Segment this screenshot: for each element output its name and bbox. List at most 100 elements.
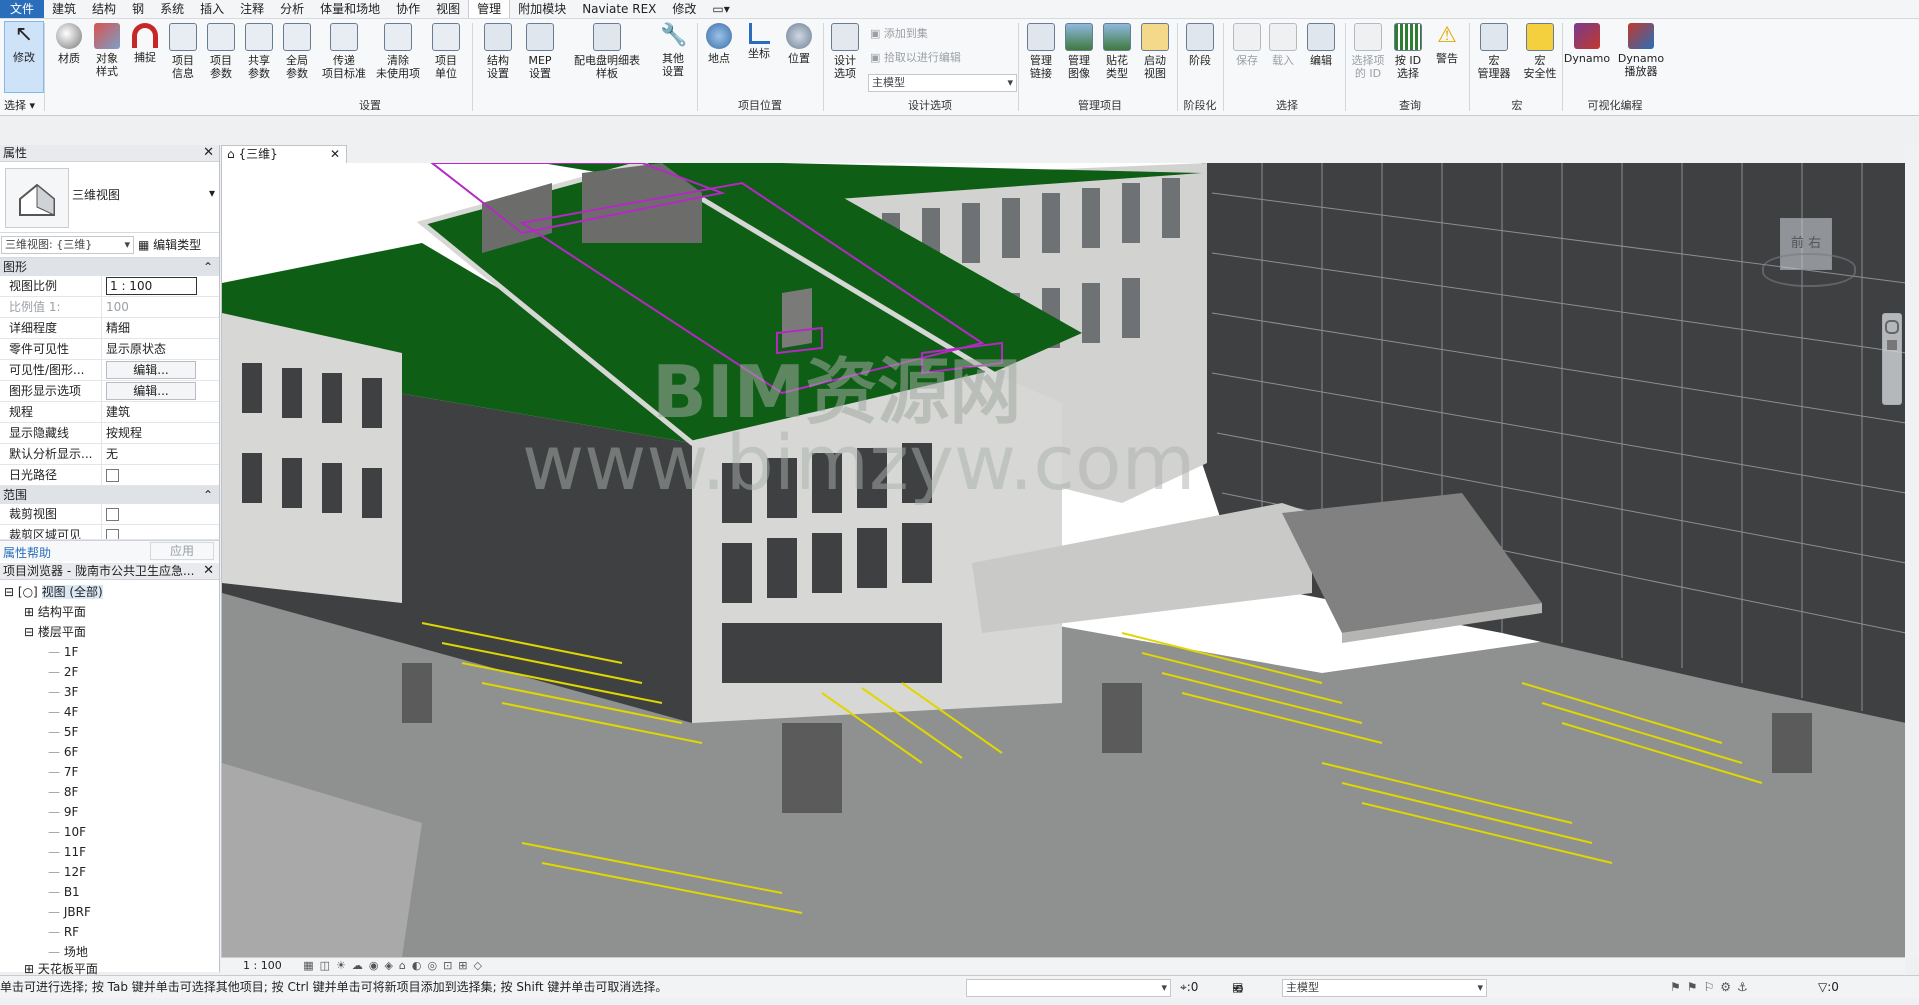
vertical-scrollbar[interactable]: [1905, 145, 1919, 957]
menu-annotate[interactable]: 注释: [232, 0, 272, 18]
tree-item-floor-plan[interactable]: — 6F: [0, 742, 219, 762]
prop-row-hidden-lines[interactable]: 显示隐藏线 按规程: [0, 423, 219, 444]
tool-starting-view[interactable]: 启动 视图: [1136, 23, 1174, 80]
tool-panel-schedule[interactable]: 配电盘明细表 样板: [568, 23, 646, 80]
tree-root-views[interactable]: ⊟ [○] 视图 (全部): [0, 582, 219, 602]
vg-edit-button[interactable]: 编辑...: [106, 361, 196, 379]
prop-row-detail-level[interactable]: 详细程度 精细: [0, 318, 219, 339]
crop-view-checkbox[interactable]: [106, 508, 119, 521]
menu-architecture[interactable]: 建筑: [44, 0, 84, 18]
tool-macro-security[interactable]: 宏 安全性: [1518, 23, 1562, 80]
view-tab-3d[interactable]: ⌂ {三维} ✕: [221, 145, 347, 163]
prop-row-discipline[interactable]: 规程 建筑: [0, 402, 219, 423]
add-to-set-button[interactable]: ▣ 添加到集: [870, 25, 928, 41]
tool-project-info[interactable]: 项目 信息: [164, 23, 202, 80]
ribbon-toggle-button[interactable]: ▭▾: [704, 0, 737, 18]
tool-manage-links[interactable]: 管理 链接: [1022, 23, 1060, 80]
section-extents[interactable]: 范围 ⌃: [0, 486, 219, 504]
design-option-select[interactable]: 主模型 ▾: [868, 74, 1017, 92]
graphic-display-edit-button[interactable]: 编辑...: [106, 382, 196, 400]
tree-item-floor-plan[interactable]: — 1F: [0, 642, 219, 662]
tool-manage-images[interactable]: 管理 图像: [1060, 23, 1098, 80]
tree-item-floor-plan[interactable]: — 8F: [0, 782, 219, 802]
workset-select[interactable]: ▾: [966, 979, 1171, 997]
menu-massing-site[interactable]: 体量和场地: [312, 0, 388, 18]
type-selector[interactable]: 三维视图 ▾: [0, 162, 219, 233]
tool-decal-types[interactable]: 贴花 类型: [1098, 23, 1136, 80]
menu-systems[interactable]: 系统: [152, 0, 192, 18]
tool-coordinates[interactable]: 坐标: [740, 23, 778, 60]
tree-item-floor-plan[interactable]: — 7F: [0, 762, 219, 782]
menu-view[interactable]: 视图: [428, 0, 468, 18]
tool-transfer-standards[interactable]: 传递 项目标准: [320, 23, 368, 80]
menu-manage[interactable]: 管理: [468, 0, 511, 18]
selection-filter-icons[interactable]: ⚑⚑⚐⚙⚓: [1670, 976, 1754, 998]
view-scale-control[interactable]: 1 : 100: [243, 959, 282, 972]
tool-dynamo[interactable]: Dynamo: [1562, 23, 1612, 65]
steering-wheel-icon[interactable]: [1885, 320, 1899, 334]
tree-group-floor-plans[interactable]: ⊟ 楼层平面: [0, 622, 219, 642]
tool-dynamo-player[interactable]: Dynamo 播放器: [1614, 23, 1668, 78]
tree-item-floor-plan[interactable]: — JBRF: [0, 902, 219, 922]
tool-ids-of-selection[interactable]: 选择项 的 ID: [1349, 23, 1387, 80]
tool-warnings[interactable]: ⚠ 警告: [1428, 23, 1466, 65]
edit-type-button[interactable]: ▦ 编辑类型: [138, 236, 201, 253]
tool-global-parameters[interactable]: 全局 参数: [278, 23, 316, 80]
menu-naviate-rex[interactable]: Naviate REX: [574, 0, 664, 18]
properties-help-link[interactable]: 属性帮助: [3, 544, 51, 561]
tool-project-units[interactable]: 项目 单位: [427, 23, 465, 80]
pick-to-edit-button[interactable]: ▣ 拾取以进行编辑: [870, 49, 961, 65]
tool-shared-parameters[interactable]: 共享 参数: [240, 23, 278, 80]
tool-location[interactable]: 地点: [700, 23, 738, 65]
tool-modify[interactable]: ↖ 修改: [4, 21, 44, 93]
tree-item-floor-plan[interactable]: — 11F: [0, 842, 219, 862]
apply-button[interactable]: 应用: [150, 542, 214, 560]
tool-save-selection[interactable]: 保存: [1228, 23, 1266, 67]
menu-collaborate[interactable]: 协作: [388, 0, 428, 18]
menu-steel[interactable]: 钢: [124, 0, 152, 18]
tool-mep-settings[interactable]: MEP 设置: [521, 23, 559, 80]
tree-item-floor-plan[interactable]: — B1: [0, 882, 219, 902]
tree-group-structural-plans[interactable]: ⊞ 结构平面: [0, 602, 219, 622]
tree-item-floor-plan[interactable]: — 10F: [0, 822, 219, 842]
tool-materials[interactable]: 材质: [50, 23, 88, 65]
view-scale-input[interactable]: 1 : 100: [106, 277, 197, 295]
tree-item-floor-plan[interactable]: — 12F: [0, 862, 219, 882]
tool-select-by-id[interactable]: 按 ID 选择: [1389, 23, 1427, 80]
menu-insert[interactable]: 插入: [192, 0, 232, 18]
tool-other-settings[interactable]: 🔧 其他 设置: [654, 23, 692, 78]
tool-project-parameters[interactable]: 项目 参数: [202, 23, 240, 80]
tool-phases[interactable]: 阶段: [1181, 23, 1219, 67]
view-cube-compass-ring[interactable]: [1762, 253, 1856, 287]
tool-structural-settings[interactable]: 结构 设置: [479, 23, 517, 80]
tree-item-floor-plan[interactable]: — 4F: [0, 702, 219, 722]
tool-position[interactable]: 位置: [780, 23, 818, 65]
navigation-bar[interactable]: [1882, 313, 1902, 405]
instance-filter-select[interactable]: 三维视图: {三维} ▾: [1, 236, 134, 254]
menu-addins[interactable]: 附加模块: [510, 0, 574, 18]
menu-analyze[interactable]: 分析: [272, 0, 312, 18]
close-icon[interactable]: ✕: [203, 563, 214, 579]
tree-item-floor-plan[interactable]: — 5F: [0, 722, 219, 742]
select-dropdown[interactable]: 选择 ▾: [4, 97, 35, 113]
tree-item-floor-plan[interactable]: — 场地: [0, 942, 219, 962]
prop-row-analysis-display[interactable]: 默认分析显示... 无: [0, 444, 219, 465]
menu-file[interactable]: 文件: [0, 0, 45, 18]
design-option-status-select[interactable]: 主模型 ▾: [1282, 979, 1487, 997]
tool-object-styles[interactable]: 对象 样式: [88, 23, 126, 78]
tool-snaps[interactable]: 捕捉: [126, 23, 164, 64]
sun-path-checkbox[interactable]: [106, 469, 119, 482]
tool-macro-manager[interactable]: 宏 管理器: [1472, 23, 1516, 80]
close-icon[interactable]: ✕: [203, 145, 214, 161]
close-icon[interactable]: ✕: [330, 146, 340, 163]
view-cube[interactable]: 前 右: [1762, 208, 1856, 298]
tool-load-selection[interactable]: 载入: [1264, 23, 1302, 67]
menu-structure[interactable]: 结构: [84, 0, 124, 18]
zoom-icon[interactable]: [1887, 340, 1897, 350]
crop-region-checkbox[interactable]: [106, 529, 119, 539]
tool-edit-selection[interactable]: 编辑: [1302, 23, 1340, 67]
tool-purge-unused[interactable]: 清除 未使用项: [374, 23, 422, 80]
section-graphics[interactable]: 图形 ⌃: [0, 258, 219, 276]
tree-item-floor-plan[interactable]: — 2F: [0, 662, 219, 682]
tree-item-floor-plan[interactable]: — RF: [0, 922, 219, 942]
